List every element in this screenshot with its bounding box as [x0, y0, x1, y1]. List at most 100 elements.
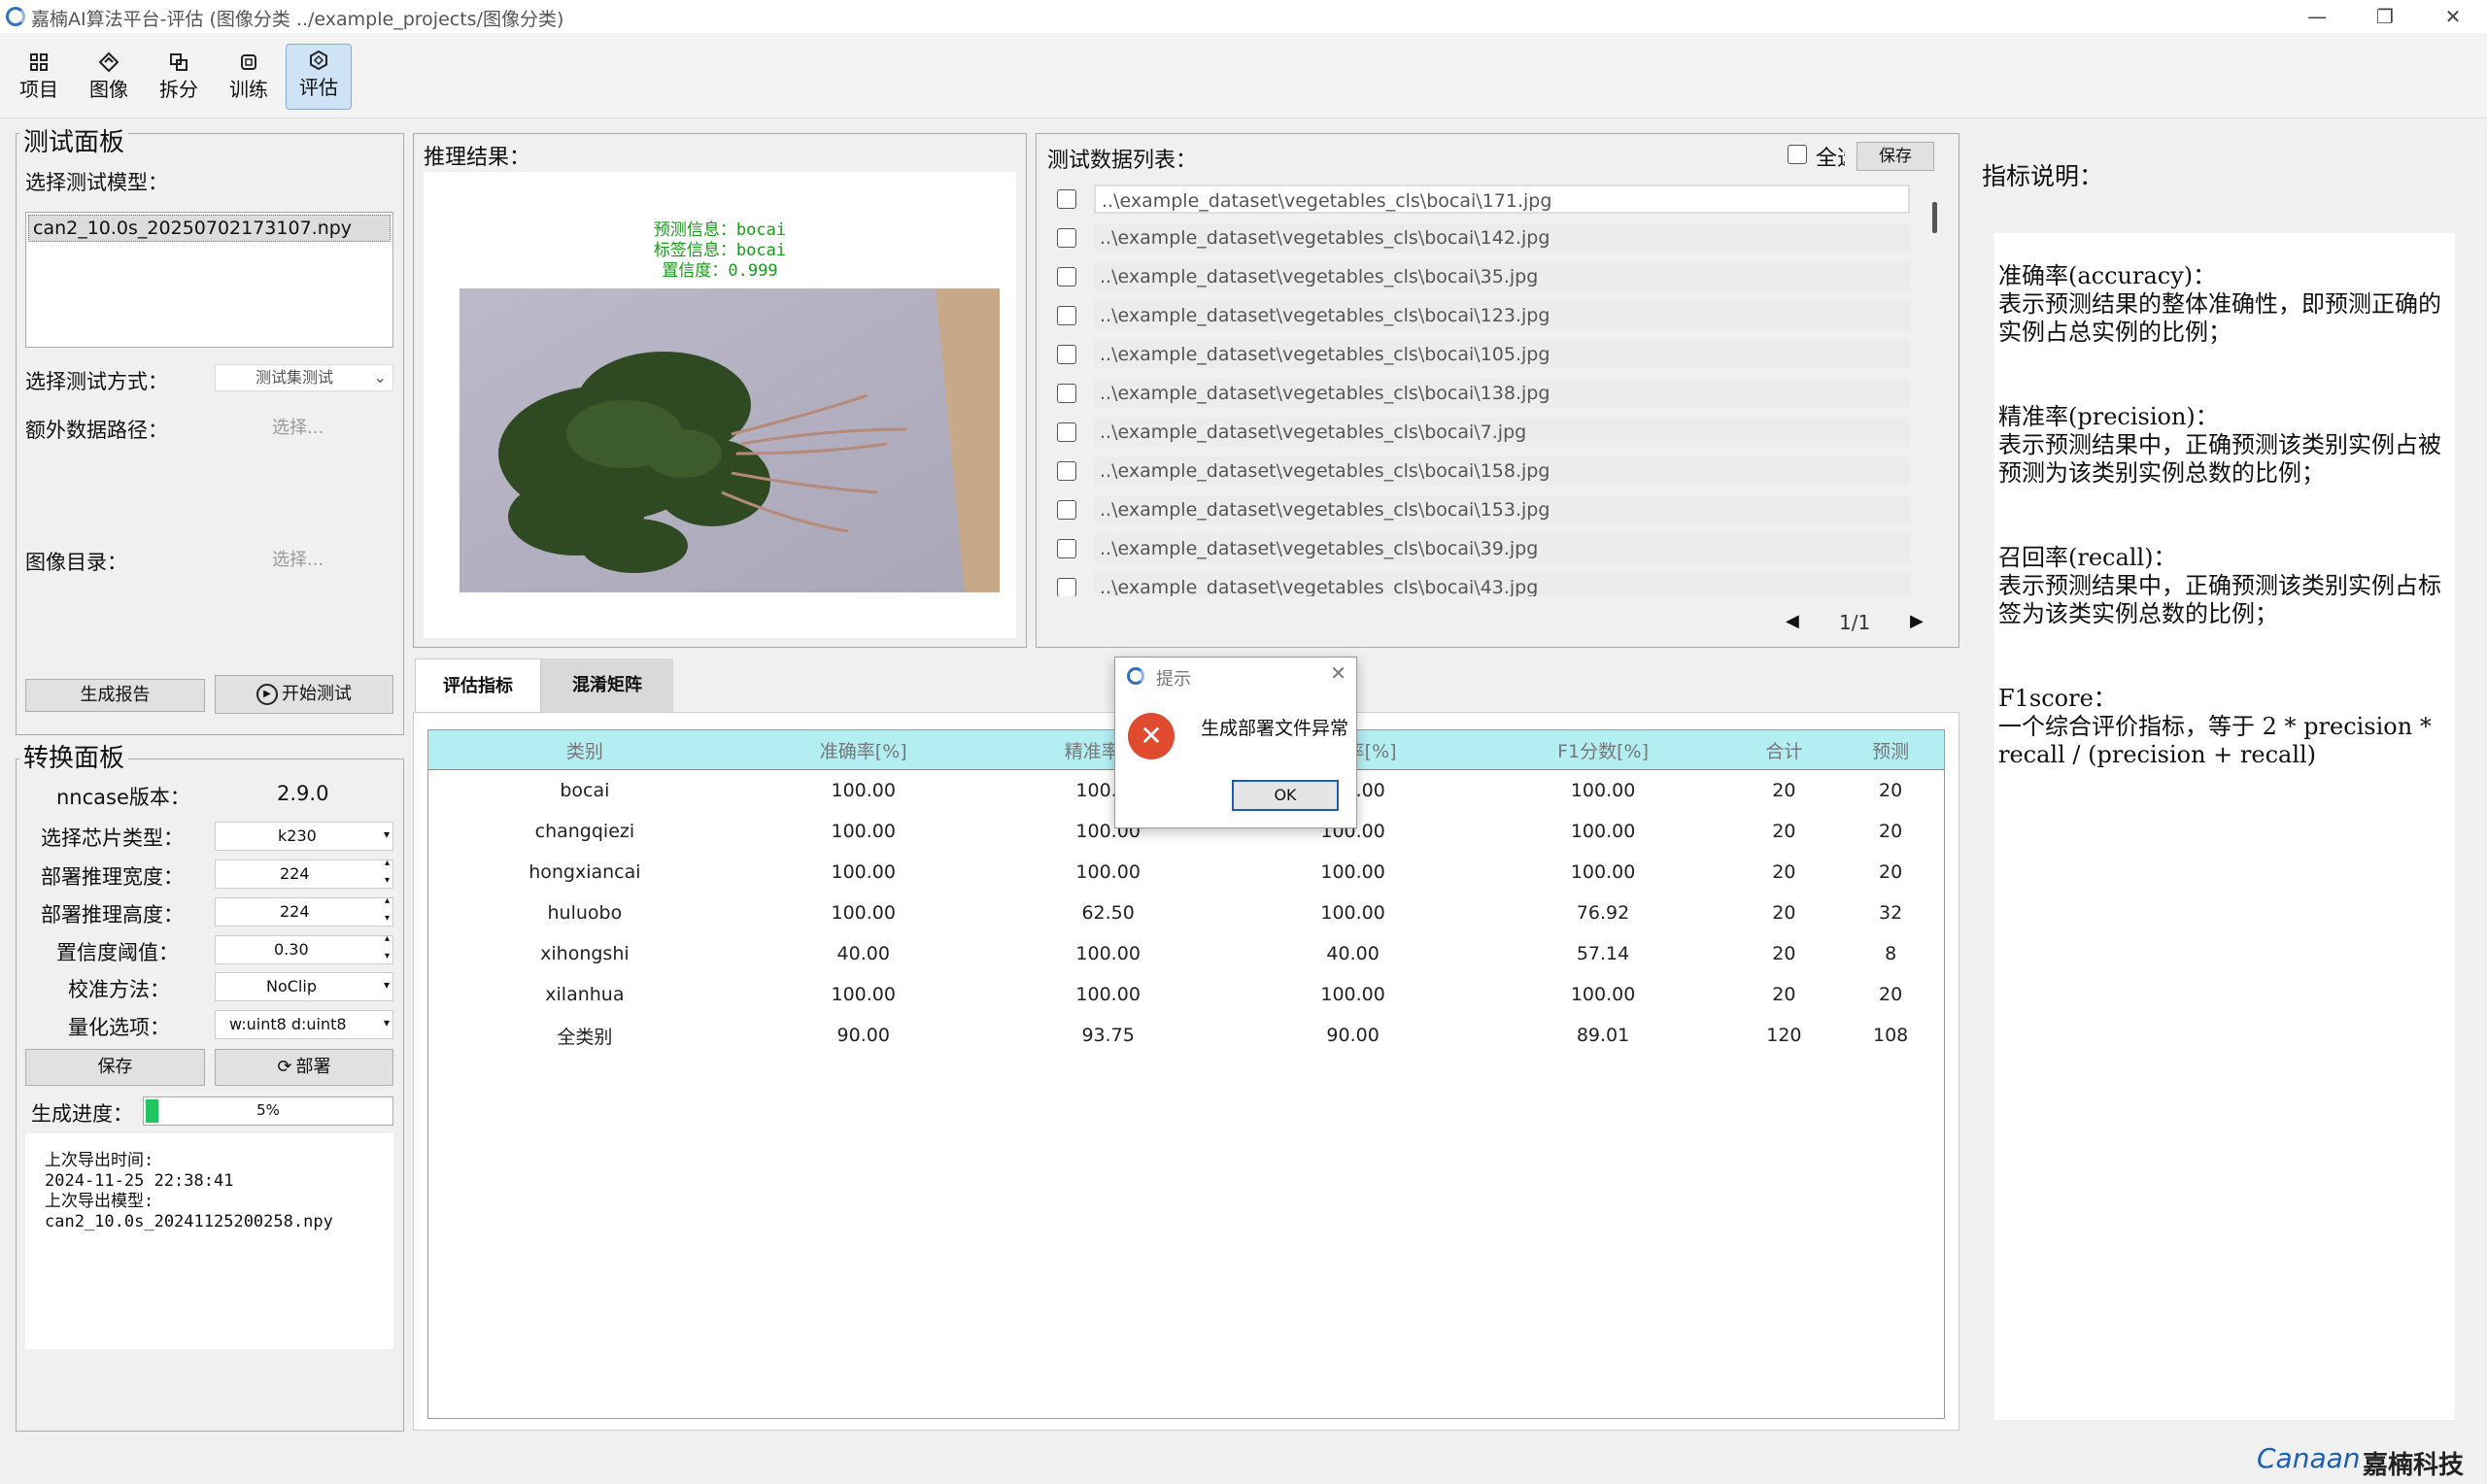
column-header[interactable]: 合计	[1730, 730, 1838, 770]
start-test-button[interactable]: ▶ 开始测试	[215, 675, 393, 714]
tool-split[interactable]: 拆分	[147, 47, 211, 109]
model-list-item[interactable]: can2_10.0s_20250702173107.npy	[28, 215, 391, 242]
window-title: 嘉楠AI算法平台-评估 (图像分类 ../example_projects/图像…	[31, 9, 564, 30]
table-cell: 100.00	[831, 861, 896, 883]
split-icon	[170, 53, 187, 71]
tool-image[interactable]: 图像	[77, 47, 141, 109]
save-convert-button[interactable]: 保存	[25, 1049, 205, 1086]
item-checkbox[interactable]	[1057, 345, 1076, 364]
calib-label: 校准方法：	[68, 978, 170, 1001]
chip-select[interactable]: k230 ▾	[215, 822, 393, 851]
tool-evaluate[interactable]: 评估	[286, 44, 352, 110]
list-item[interactable]: ..\example_dataset\vegetables_cls\bocai\…	[1047, 495, 1912, 524]
quant-select[interactable]: w:uint8 d:uint8 ▾	[215, 1010, 393, 1039]
tool-train[interactable]: 训练	[217, 47, 281, 109]
scrollbar-thumb[interactable]	[1932, 202, 1937, 233]
table-cell: 100.00	[831, 821, 896, 842]
canaan-logo: Canaan	[2257, 1442, 2361, 1474]
tool-label: 训练	[229, 78, 268, 101]
next-page-icon[interactable]: ▶	[1910, 611, 1924, 631]
column-header[interactable]: 预测	[1837, 730, 1944, 770]
item-checkbox[interactable]	[1057, 267, 1076, 287]
tab-metrics[interactable]: 评估指标	[415, 658, 541, 713]
inference-canvas: 预测信息：bocai 标签信息：bocai 置信度：0.999	[424, 172, 1016, 638]
item-checkbox[interactable]	[1057, 306, 1076, 325]
table-cell: 20	[1772, 984, 1796, 1005]
table-cell: 100.00	[1570, 984, 1636, 1005]
item-checkbox[interactable]	[1057, 422, 1076, 442]
table-cell: 100.00	[831, 902, 896, 924]
table-row[interactable]: hongxiancai 100.00 100.00 100.00 100.00 20 20	[428, 852, 1944, 893]
confidence-text: 置信度：0.999	[662, 261, 778, 281]
threshold-spinbox[interactable]: 0.30 ▴ ▾	[215, 933, 393, 964]
select-all-checkbox[interactable]	[1788, 145, 1807, 164]
column-header[interactable]: 类别	[428, 730, 741, 770]
item-checkbox[interactable]	[1057, 384, 1076, 403]
tool-project[interactable]: 项目	[7, 47, 71, 109]
table-cell: 40.00	[1326, 943, 1380, 964]
dialog-close-icon[interactable]: ✕	[1330, 661, 1346, 685]
table-cell: 20	[1772, 943, 1796, 964]
table-cell: 100.00	[831, 984, 896, 1005]
column-header[interactable]: F1分数[%]	[1475, 730, 1731, 770]
list-item[interactable]: ..\example_dataset\vegetables_cls\bocai\…	[1047, 534, 1912, 563]
close-window-button[interactable]: ✕	[2419, 0, 2487, 33]
item-checkbox[interactable]	[1057, 228, 1076, 248]
log-line: 上次导出模型:	[45, 1192, 154, 1211]
page-indicator: 1/1	[1839, 611, 1871, 634]
table-row[interactable]: huluobo 100.00 62.50 100.00 76.92 20 32	[428, 893, 1944, 933]
log-line: 2024-11-25 22:38:41	[45, 1171, 234, 1191]
calib-select[interactable]: NoClip ▾	[215, 972, 393, 1001]
list-item[interactable]: ..\example_dataset\vegetables_cls\bocai\…	[1047, 573, 1912, 596]
height-spinbox[interactable]: 224 ▴ ▾	[215, 895, 393, 927]
list-item[interactable]: ..\example_dataset\vegetables_cls\bocai\…	[1047, 340, 1912, 369]
inference-title: 推理结果：	[424, 146, 531, 170]
maximize-button[interactable]: ❐	[2351, 0, 2419, 33]
width-spinbox[interactable]: 224 ▴ ▾	[215, 858, 393, 889]
item-checkbox[interactable]	[1057, 189, 1076, 209]
list-item[interactable]: ..\example_dataset\vegetables_cls\bocai\…	[1047, 379, 1912, 408]
table-cell: bocai	[560, 780, 610, 801]
log-line: 上次导出时间:	[45, 1151, 154, 1170]
table-row[interactable]: xihongshi 40.00 100.00 40.00 57.14 20 8	[428, 933, 1944, 974]
label-text: 标签信息：bocai	[653, 241, 787, 260]
minimize-button[interactable]: —	[2283, 0, 2351, 33]
spin-arrows-icon[interactable]: ▴ ▾	[385, 930, 390, 965]
progress-label: 生成进度：	[31, 1102, 133, 1126]
prev-page-icon[interactable]: ◀	[1786, 611, 1799, 631]
generate-report-button[interactable]: 生成报告	[25, 679, 205, 712]
model-label: 选择测试模型：	[25, 171, 168, 194]
grid-icon	[30, 53, 48, 71]
item-checkbox[interactable]	[1057, 539, 1076, 558]
spin-arrows-icon[interactable]: ▴ ▾	[385, 893, 390, 928]
item-checkbox[interactable]	[1057, 500, 1076, 520]
test-panel-title: 测试面板	[19, 128, 129, 157]
save-list-button[interactable]: 保存	[1857, 142, 1934, 171]
table-row[interactable]: 全类别 90.00 93.75 90.00 89.01 120 108	[428, 1015, 1944, 1056]
column-header[interactable]: 准确率[%]	[740, 730, 986, 770]
list-item[interactable]: ..\example_dataset\vegetables_cls\bocai\…	[1047, 418, 1912, 447]
spin-arrows-icon[interactable]: ▴ ▾	[385, 855, 390, 890]
table-row[interactable]: xilanhua 100.00 100.00 100.00 100.00 20 20	[428, 974, 1944, 1015]
list-item[interactable]: ..\example_dataset\vegetables_cls\bocai\…	[1047, 223, 1912, 253]
threshold-label: 置信度阈值：	[56, 941, 179, 964]
tab-confusion-matrix[interactable]: 混淆矩阵	[541, 658, 673, 713]
image-dir-select-button[interactable]: 选择...	[272, 546, 324, 571]
list-item[interactable]: ..\example_dataset\vegetables_cls\bocai\…	[1047, 185, 1912, 214]
item-checkbox[interactable]	[1057, 578, 1076, 596]
table-cell: 100.00	[1320, 984, 1385, 1005]
dialog-ok-button[interactable]: OK	[1232, 780, 1339, 811]
list-item[interactable]: ..\example_dataset\vegetables_cls\bocai\…	[1047, 262, 1912, 291]
model-list[interactable]: can2_10.0s_20250702173107.npy	[25, 212, 393, 348]
list-item[interactable]: ..\example_dataset\vegetables_cls\bocai\…	[1047, 301, 1912, 330]
method-select[interactable]: 测试集测试 ⌄	[215, 364, 393, 391]
list-item[interactable]: ..\example_dataset\vegetables_cls\bocai\…	[1047, 456, 1912, 486]
log-line: can2_10.0s_20241125200258.npy	[45, 1212, 333, 1231]
deploy-button[interactable]: ⟳ 部署	[215, 1049, 393, 1086]
extra-path-select-button[interactable]: 选择...	[272, 414, 324, 439]
table-cell: 100.00	[1570, 821, 1636, 842]
item-checkbox[interactable]	[1057, 461, 1076, 481]
item-path: ..\example_dataset\vegetables_cls\bocai\…	[1094, 418, 1910, 447]
threshold-spinbox-value: 0.30	[274, 940, 309, 959]
tool-label: 拆分	[159, 78, 198, 101]
